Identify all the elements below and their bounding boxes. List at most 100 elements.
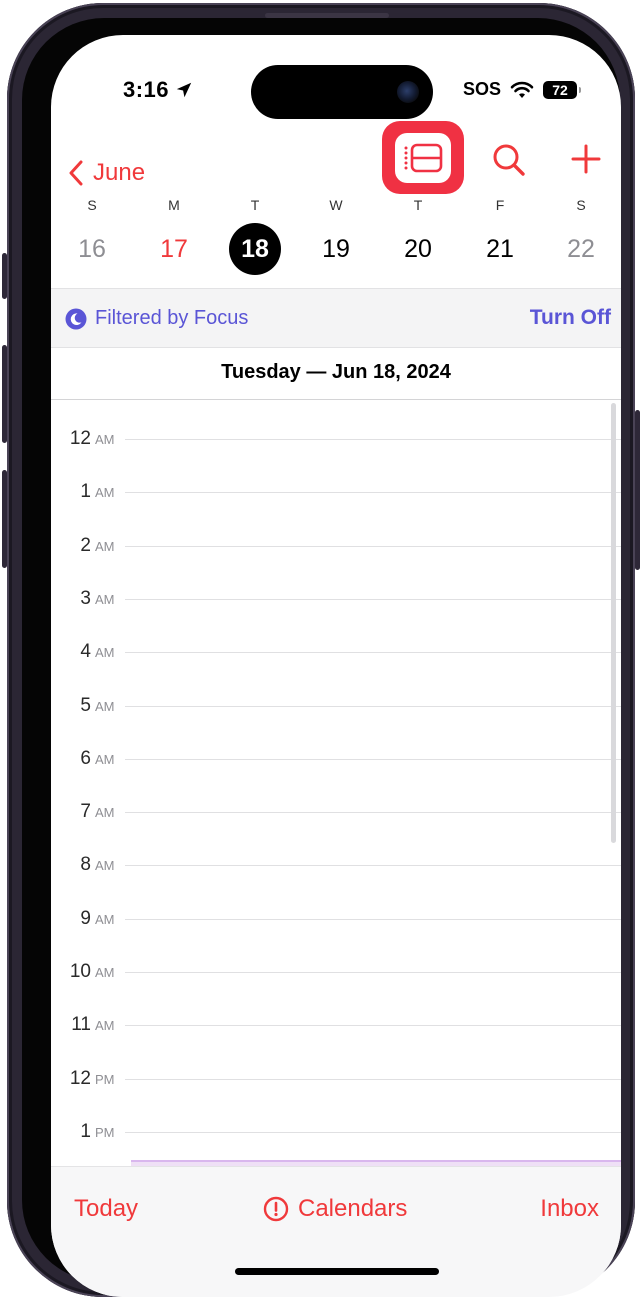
status-time-text: 3:16 [123,77,170,102]
hour-label: 7 [80,801,91,823]
day-column[interactable]: W 19 [306,196,366,275]
list-view-button[interactable] [382,121,464,194]
hour-row: 2 AM [51,534,621,557]
hour-row: 4 AM [51,641,621,663]
hour-gridline [125,1078,621,1080]
hour-row: 1 PM [51,1120,621,1143]
focus-status: Filtered by Focus [65,307,248,330]
hour-gridline [125,598,621,600]
camera-lens [397,81,419,103]
plus-icon [571,144,601,174]
hour-row: 8 AM [51,854,621,876]
hour-gridline [125,492,621,494]
hour-meridiem: AM [95,965,115,980]
hour-meridiem: PM [95,1124,115,1140]
hour-meridiem: AM [95,751,115,767]
day-column[interactable]: T 20 [388,196,448,275]
hour-label: 12 [69,428,91,449]
hour-gridline [125,1131,621,1133]
list-view-button-inner [395,132,451,183]
day-column[interactable]: M 17 [144,196,204,275]
phone-frame: 3:16 SOS 72 June S 16 M 17 T 18 W 19 T 2… [7,3,635,1297]
day-column[interactable]: S 16 [62,196,122,275]
hour-row: 12 AM [51,428,621,450]
selected-date-header: Tuesday — Jun 18, 2024 [51,347,621,400]
hour-row: 6 AM [51,747,621,770]
turn-off-focus-button[interactable]: Turn Off [530,306,611,330]
carrier-label: SOS [462,79,501,99]
alert-circle-icon [263,1196,289,1222]
weekday-letter: F [495,197,505,213]
phone-bezel: 3:16 SOS 72 June S 16 M 17 T 18 W 19 T 2… [22,18,621,1297]
hour-meridiem: AM [95,645,115,661]
list-view-icon [404,143,443,172]
weekday-letter: T [250,197,260,213]
hour-label: 10 [69,961,91,982]
hour-gridline [125,1025,621,1027]
dynamic-island [251,65,433,119]
home-indicator[interactable] [235,1268,439,1275]
battery-nub [579,86,581,93]
hour-row: 10 AM [51,961,621,983]
weekday-letter: W [329,197,343,213]
hour-label: 3 [80,587,91,609]
chevron-left-icon [69,160,83,186]
battery-icon: 72 [543,80,581,99]
hour-gridline [125,812,621,814]
day-column[interactable]: S 22 [551,196,611,275]
hour-row: 1 AM [51,481,621,503]
bottom-toolbar: Today Calendars Inbox [51,1166,621,1297]
calendars-button[interactable]: Calendars [263,1195,407,1223]
day-number: 20 [404,235,432,263]
day-column[interactable]: T 18 [225,196,285,275]
hour-meridiem: AM [95,538,115,554]
moon-icon [65,308,87,329]
selected-day-number: 18 [229,223,281,275]
search-button[interactable] [492,143,526,182]
hour-gridline [125,972,621,973]
hour-meridiem: AM [95,432,115,447]
focus-filter-banner: Filtered by Focus Turn Off [51,288,621,348]
hour-gridline [125,865,621,867]
hour-gridline [125,652,621,654]
hour-gridline [125,439,621,440]
weekday-letter: T [413,197,423,213]
search-icon [493,144,525,176]
back-to-month-button[interactable]: June [69,159,145,187]
hour-meridiem: AM [95,485,115,501]
hour-label: 2 [80,534,91,556]
hour-gridline [125,758,621,760]
weekday-letter: M [168,197,180,213]
weekday-letter: S [576,197,586,213]
status-time: 3:16 [123,77,193,103]
hour-label: 1 [80,481,91,503]
hour-row: 7 AM [51,801,621,823]
hour-meridiem: AM [95,591,115,607]
scrollbar[interactable] [611,403,616,843]
inbox-button[interactable]: Inbox [540,1195,599,1223]
add-event-button[interactable] [570,143,602,180]
hour-label: 9 [80,907,91,929]
hour-row: 12 PM [51,1068,621,1090]
hour-meridiem: AM [95,911,115,927]
hour-gridline [125,705,621,707]
hour-label: 6 [80,747,91,769]
hour-row: 3 AM [51,587,621,610]
hour-meridiem: PM [95,1071,115,1087]
power-button[interactable] [635,410,640,570]
status-indicators: SOS 72 [462,79,581,100]
hour-meridiem: AM [95,858,115,874]
day-timeline[interactable]: 12 AM 1 AM 2 AM 3 AM 4 AM 5 AM 6 AM 7 AM 8 AM 9 AM 10 AM 11 AM 1… [51,400,621,1166]
day-column[interactable]: F 21 [470,196,530,275]
day-number: 17 [160,235,188,263]
hour-row: 5 AM [51,695,621,717]
back-label: June [93,159,146,186]
battery-level: 72 [552,81,568,98]
today-button[interactable]: Today [74,1195,138,1223]
day-number: 19 [322,235,350,263]
week-strip: S 16 M 17 T 18 W 19 T 20 F 21 S 22 [51,196,621,288]
hour-label: 11 [71,1014,91,1036]
hour-meridiem: AM [95,1018,115,1034]
hour-label: 1 [80,1120,91,1142]
hour-label: 8 [80,854,91,876]
